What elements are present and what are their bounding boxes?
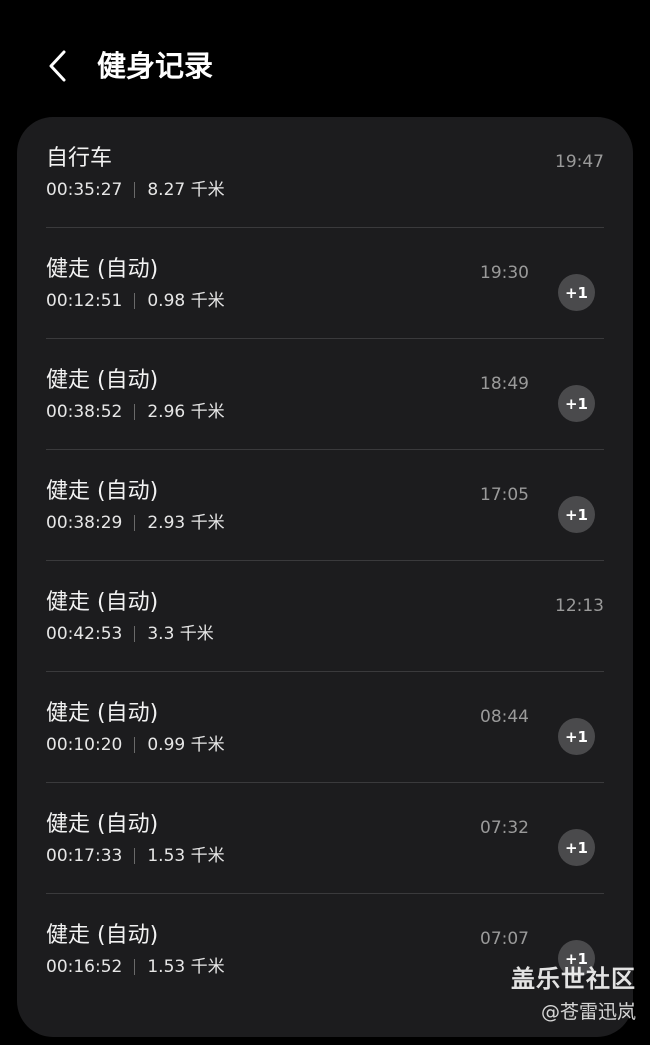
duration-text: 00:42:53 <box>46 624 123 644</box>
activity-name: 健走 (自动) <box>46 923 159 948</box>
record-row[interactable]: 健走 (自动) 00:10:20 0.99 千米 08:44 +1 <box>17 672 633 783</box>
record-time: 07:32 <box>480 818 529 838</box>
page-title: 健身记录 <box>97 49 214 83</box>
duration-text: 00:38:29 <box>46 513 123 533</box>
records-list: 自行车 00:35:27 8.27 千米 19:47 健走 (自动) 00:12… <box>17 117 633 1037</box>
activity-name: 健走 (自动) <box>46 701 159 726</box>
record-meta: 00:12:51 0.98 千米 <box>46 290 225 312</box>
record-time: 12:13 <box>555 596 604 616</box>
record-time: 07:07 <box>480 929 529 949</box>
merged-count-badge[interactable]: +1 <box>558 274 595 311</box>
meta-divider <box>134 737 136 753</box>
record-meta: 00:42:53 3.3 千米 <box>46 623 214 645</box>
record-time: 17:05 <box>480 485 529 505</box>
distance-text: 2.93 千米 <box>147 513 225 533</box>
distance-text: 8.27 千米 <box>147 180 225 200</box>
record-meta: 00:38:52 2.96 千米 <box>46 401 225 423</box>
merged-count-badge[interactable]: +1 <box>558 385 595 422</box>
activity-name: 健走 (自动) <box>46 368 159 393</box>
record-meta: 00:16:52 1.53 千米 <box>46 956 225 978</box>
record-meta: 00:10:20 0.99 千米 <box>46 734 225 756</box>
distance-text: 1.53 千米 <box>147 846 225 866</box>
activity-name: 健走 (自动) <box>46 479 159 504</box>
meta-divider <box>134 626 136 642</box>
record-row[interactable]: 健走 (自动) 00:16:52 1.53 千米 07:07 +1 <box>17 894 633 1005</box>
distance-text: 0.99 千米 <box>147 735 225 755</box>
merged-count-badge[interactable]: +1 <box>558 940 595 977</box>
meta-divider <box>134 404 136 420</box>
duration-text: 00:38:52 <box>46 402 123 422</box>
record-meta: 00:17:33 1.53 千米 <box>46 845 225 867</box>
record-row[interactable]: 健走 (自动) 00:42:53 3.3 千米 12:13 <box>17 561 633 672</box>
record-meta: 00:35:27 8.27 千米 <box>46 179 225 201</box>
duration-text: 00:17:33 <box>46 846 123 866</box>
meta-divider <box>134 182 136 198</box>
duration-text: 00:35:27 <box>46 180 123 200</box>
record-time: 18:49 <box>480 374 529 394</box>
distance-text: 1.53 千米 <box>147 957 225 977</box>
record-row[interactable]: 健走 (自动) 00:12:51 0.98 千米 19:30 +1 <box>17 228 633 339</box>
record-row[interactable]: 健走 (自动) 00:38:52 2.96 千米 18:49 +1 <box>17 339 633 450</box>
duration-text: 00:12:51 <box>46 291 123 311</box>
record-row[interactable]: 健走 (自动) 00:17:33 1.53 千米 07:32 +1 <box>17 783 633 894</box>
merged-count-badge[interactable]: +1 <box>558 496 595 533</box>
distance-text: 3.3 千米 <box>147 624 214 644</box>
duration-text: 00:10:20 <box>46 735 123 755</box>
distance-text: 2.96 千米 <box>147 402 225 422</box>
meta-divider <box>134 515 136 531</box>
chevron-left-icon <box>49 50 66 82</box>
app-header: 健身记录 <box>0 0 650 117</box>
meta-divider <box>134 959 136 975</box>
meta-divider <box>134 848 136 864</box>
record-row[interactable]: 自行车 00:35:27 8.27 千米 19:47 <box>17 117 633 228</box>
activity-name: 健走 (自动) <box>46 812 159 837</box>
distance-text: 0.98 千米 <box>147 291 225 311</box>
record-row[interactable]: 健走 (自动) 00:38:29 2.93 千米 17:05 +1 <box>17 450 633 561</box>
record-time: 19:30 <box>480 263 529 283</box>
duration-text: 00:16:52 <box>46 957 123 977</box>
record-meta: 00:38:29 2.93 千米 <box>46 512 225 534</box>
record-time: 19:47 <box>555 152 604 172</box>
activity-name: 自行车 <box>46 146 113 171</box>
activity-name: 健走 (自动) <box>46 257 159 282</box>
merged-count-badge[interactable]: +1 <box>558 718 595 755</box>
activity-name: 健走 (自动) <box>46 590 159 615</box>
merged-count-badge[interactable]: +1 <box>558 829 595 866</box>
back-button[interactable] <box>36 44 80 88</box>
record-time: 08:44 <box>480 707 529 727</box>
meta-divider <box>134 293 136 309</box>
